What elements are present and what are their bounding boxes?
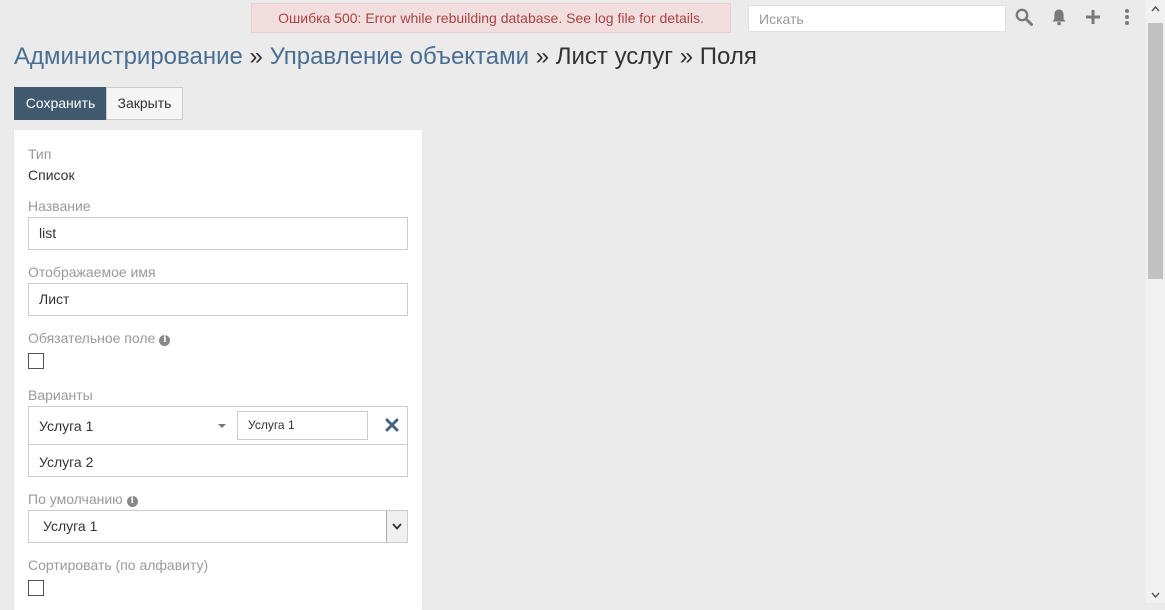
remove-icon[interactable] — [385, 417, 399, 433]
page-title: Поля — [699, 43, 757, 70]
sort-checkbox[interactable] — [28, 580, 44, 596]
display-name-field[interactable]: Лист — [28, 283, 408, 316]
required-checkbox[interactable] — [28, 353, 44, 369]
sort-label: Сортировать (по алфавиту) — [28, 557, 209, 573]
search-icon[interactable] — [1014, 7, 1034, 27]
default-select[interactable]: Услуга 1 — [28, 510, 408, 543]
name-field[interactable]: list — [28, 217, 408, 250]
info-icon[interactable]: i — [126, 496, 138, 507]
page-scrollbar[interactable] — [1146, 0, 1165, 603]
option-row[interactable]: Услуга 1 Услуга 1 — [29, 407, 407, 445]
chevron-down-icon[interactable] — [386, 511, 407, 542]
breadcrumb-separator: » — [249, 43, 263, 70]
name-label: Название — [28, 198, 91, 214]
type-label: Тип — [28, 146, 52, 162]
default-label: По умолчанию i — [28, 491, 138, 507]
option-value[interactable]: Услуга 2 — [39, 454, 93, 470]
required-label-text: Обязательное поле — [28, 330, 156, 346]
display-name-label: Отображаемое имя — [28, 264, 156, 280]
option-translation-input[interactable]: Услуга 1 — [237, 411, 368, 440]
breadcrumb: Администрирование » Управление объектами… — [14, 42, 757, 72]
breadcrumb-entity: Лист услуг — [555, 43, 674, 70]
required-label: Обязательное поле i — [28, 330, 171, 346]
breadcrumb-separator: » — [679, 43, 694, 70]
breadcrumb-entity-manager[interactable]: Управление объектами — [270, 43, 529, 70]
scroll-down-icon[interactable] — [1146, 586, 1165, 603]
scrollbar-thumb[interactable] — [1148, 23, 1163, 279]
info-icon[interactable]: i — [159, 335, 171, 346]
options-label: Варианты — [28, 387, 93, 403]
bell-icon[interactable] — [1049, 7, 1069, 27]
error-banner: Ошибка 500: Error while rebuilding datab… — [251, 3, 731, 33]
option-value[interactable]: Услуга 1 — [39, 418, 93, 434]
close-button[interactable]: Закрыть — [106, 87, 183, 120]
default-select-value: Услуга 1 — [43, 518, 98, 534]
caret-down-icon[interactable] — [218, 424, 226, 428]
type-value: Список — [28, 167, 75, 183]
kebab-menu-icon[interactable] — [1117, 7, 1137, 27]
breadcrumb-administration[interactable]: Администрирование — [14, 43, 243, 70]
search-input[interactable] — [748, 5, 1006, 32]
save-button[interactable]: Сохранить — [14, 87, 107, 120]
options-list: Услуга 1 Услуга 1 Услуга 2 — [28, 406, 408, 477]
breadcrumb-separator: » — [535, 43, 550, 70]
plus-icon[interactable] — [1083, 7, 1103, 27]
default-label-text: По умолчанию — [28, 491, 123, 507]
field-edit-panel: Тип Список Название list Отображаемое им… — [14, 130, 422, 610]
scroll-up-icon[interactable] — [1146, 0, 1165, 17]
